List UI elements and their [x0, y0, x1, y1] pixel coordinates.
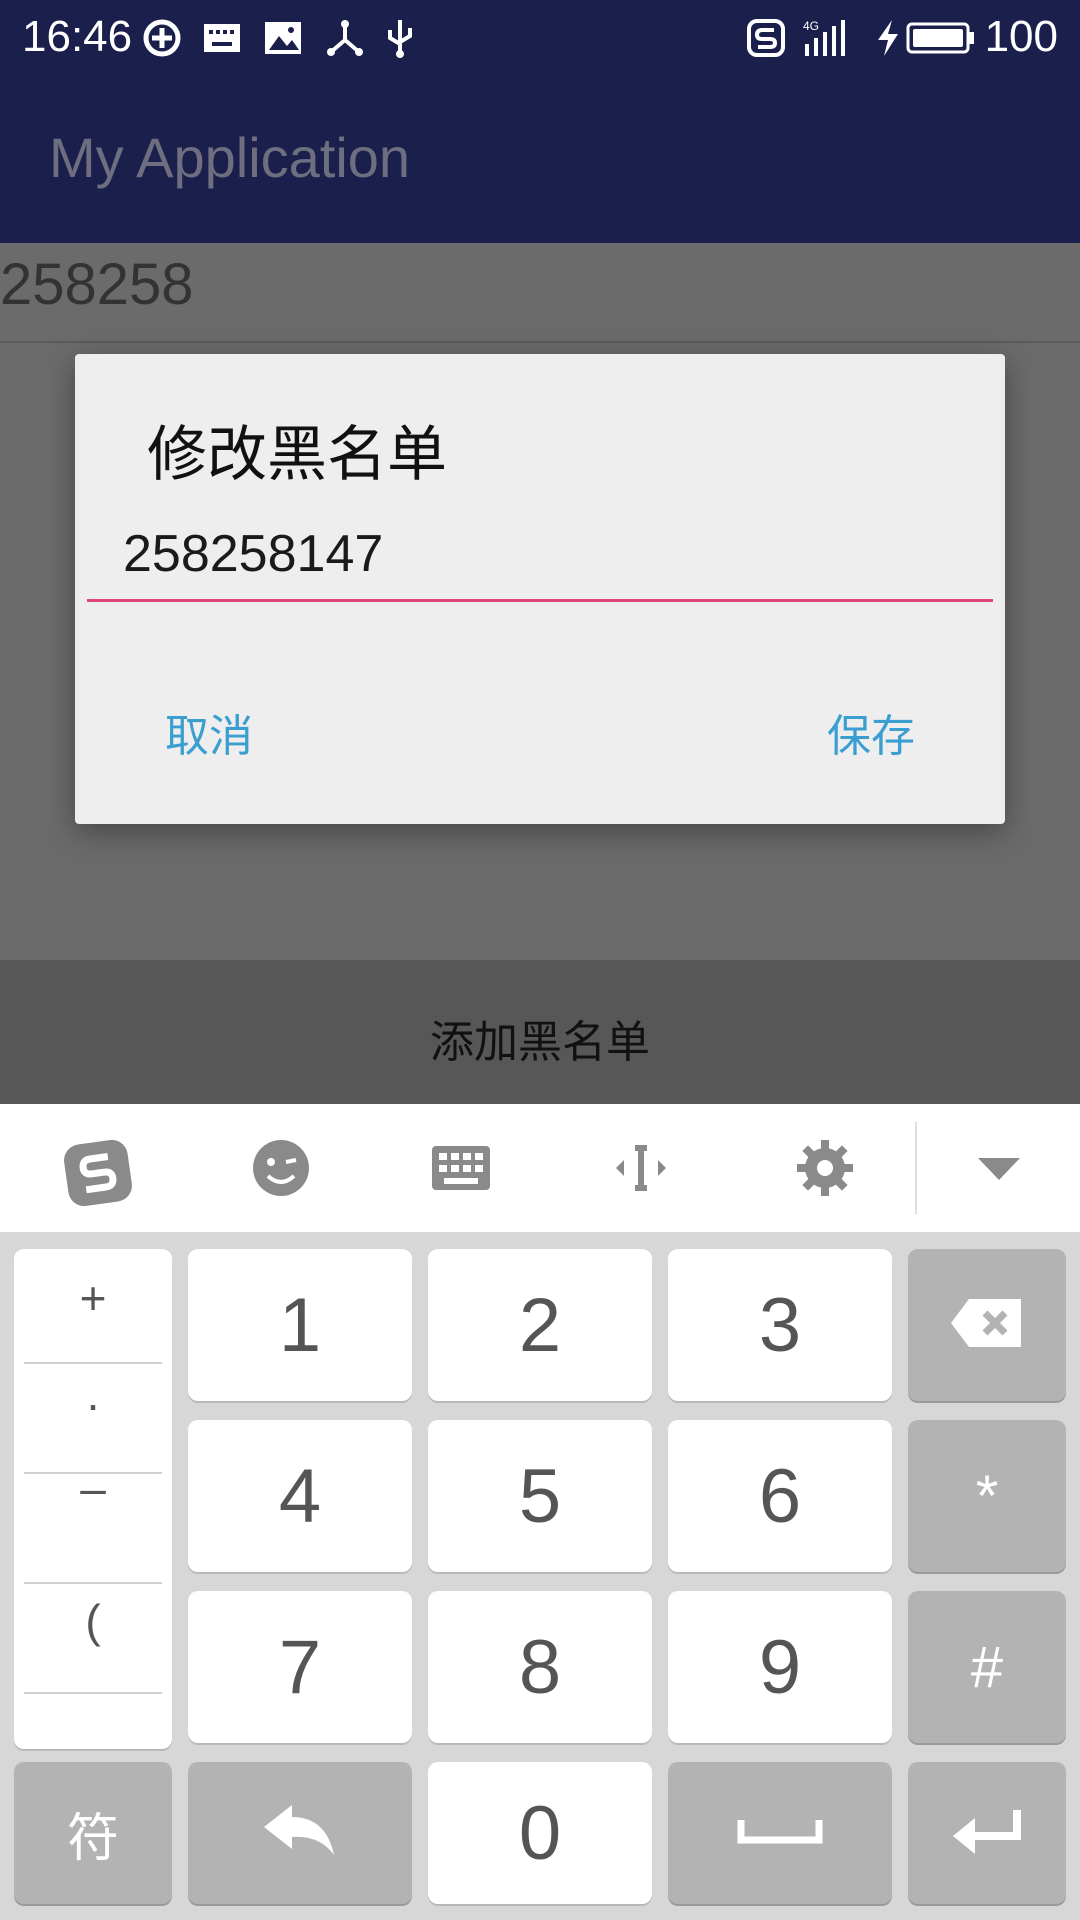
return-to-letters-key[interactable]	[188, 1762, 412, 1904]
key-4[interactable]: 4	[188, 1420, 412, 1572]
plus-key[interactable]: +	[24, 1271, 162, 1325]
star-key-label: *	[975, 1463, 999, 1529]
svg-text:4G: 4G	[803, 19, 819, 33]
key-6[interactable]: 6	[668, 1420, 892, 1572]
usb-icon	[380, 18, 420, 58]
settings-icon[interactable]	[790, 1138, 860, 1198]
status-bar: 16:46 4G 100	[0, 0, 1080, 75]
battery-level: 100	[984, 12, 1058, 61]
key-0[interactable]: 0	[428, 1762, 652, 1904]
key-8[interactable]: 8	[428, 1591, 652, 1743]
cancel-button[interactable]: 取消	[165, 700, 253, 764]
image-icon	[263, 18, 303, 58]
symbol-divider	[24, 1582, 162, 1584]
symbol-key[interactable]: 符	[14, 1762, 172, 1904]
dash-key[interactable]: –	[24, 1461, 162, 1515]
save-button[interactable]: 保存	[827, 700, 915, 764]
blacklist-number: 258258	[0, 252, 194, 317]
key-9[interactable]: 9	[668, 1591, 892, 1743]
hash-key-label: #	[970, 1634, 1004, 1700]
keyboard-toolbar	[0, 1104, 1080, 1232]
cursor-icon[interactable]	[606, 1138, 676, 1198]
status-time: 16:46	[22, 12, 133, 61]
add-blacklist-button[interactable]: 添加黑名单	[0, 960, 1080, 1104]
app-title: My Application	[49, 126, 411, 189]
battery-icon	[906, 18, 976, 58]
number-input-value: 258258147	[123, 525, 384, 583]
number-keyboard: + . – ( 1 2 3 4 5 6 * 7 8 9 # 符 0	[0, 1104, 1080, 1920]
undo-arrow-icon	[260, 1801, 340, 1866]
sogou-icon	[746, 18, 786, 58]
dialog-title: 修改黑名单	[147, 420, 447, 490]
hash-key[interactable]: #	[908, 1591, 1066, 1743]
signal-icon: 4G	[803, 18, 847, 58]
key-7[interactable]: 7	[188, 1591, 412, 1743]
share-icon	[325, 18, 365, 58]
keyboard-status-icon	[202, 18, 242, 58]
sync-icon	[142, 18, 182, 58]
number-input[interactable]: 258258147	[87, 522, 993, 602]
backspace-key[interactable]	[908, 1249, 1066, 1401]
key-2[interactable]: 2	[428, 1249, 652, 1401]
star-key[interactable]: *	[908, 1420, 1066, 1572]
list-item[interactable]: 258258	[0, 243, 1080, 343]
key-1[interactable]: 1	[188, 1249, 412, 1401]
paren-key[interactable]: (	[24, 1594, 162, 1648]
space-key[interactable]	[668, 1762, 892, 1904]
edit-blacklist-dialog: 修改黑名单 258258147 取消 保存	[75, 354, 1005, 824]
backspace-icon	[949, 1297, 1025, 1354]
enter-icon	[949, 1806, 1025, 1861]
key-5[interactable]: 5	[428, 1420, 652, 1572]
collapse-icon[interactable]	[964, 1138, 1034, 1198]
key-3[interactable]: 3	[668, 1249, 892, 1401]
symbol-key-label: 符	[66, 1809, 119, 1868]
space-icon	[737, 1816, 823, 1851]
toolbar-divider	[915, 1122, 917, 1214]
keyboard-icon[interactable]	[426, 1138, 496, 1198]
symbol-column: + . – (	[14, 1249, 172, 1749]
enter-key[interactable]	[908, 1762, 1066, 1904]
symbol-divider	[24, 1362, 162, 1364]
app-bar: My Application	[0, 75, 1080, 243]
symbol-divider	[24, 1692, 162, 1694]
add-blacklist-label: 添加黑名单	[430, 1017, 650, 1068]
emoji-icon[interactable]	[246, 1138, 316, 1198]
dot-key[interactable]: .	[24, 1367, 162, 1421]
charging-icon	[868, 18, 908, 58]
sogou-logo-icon[interactable]	[60, 1138, 132, 1207]
